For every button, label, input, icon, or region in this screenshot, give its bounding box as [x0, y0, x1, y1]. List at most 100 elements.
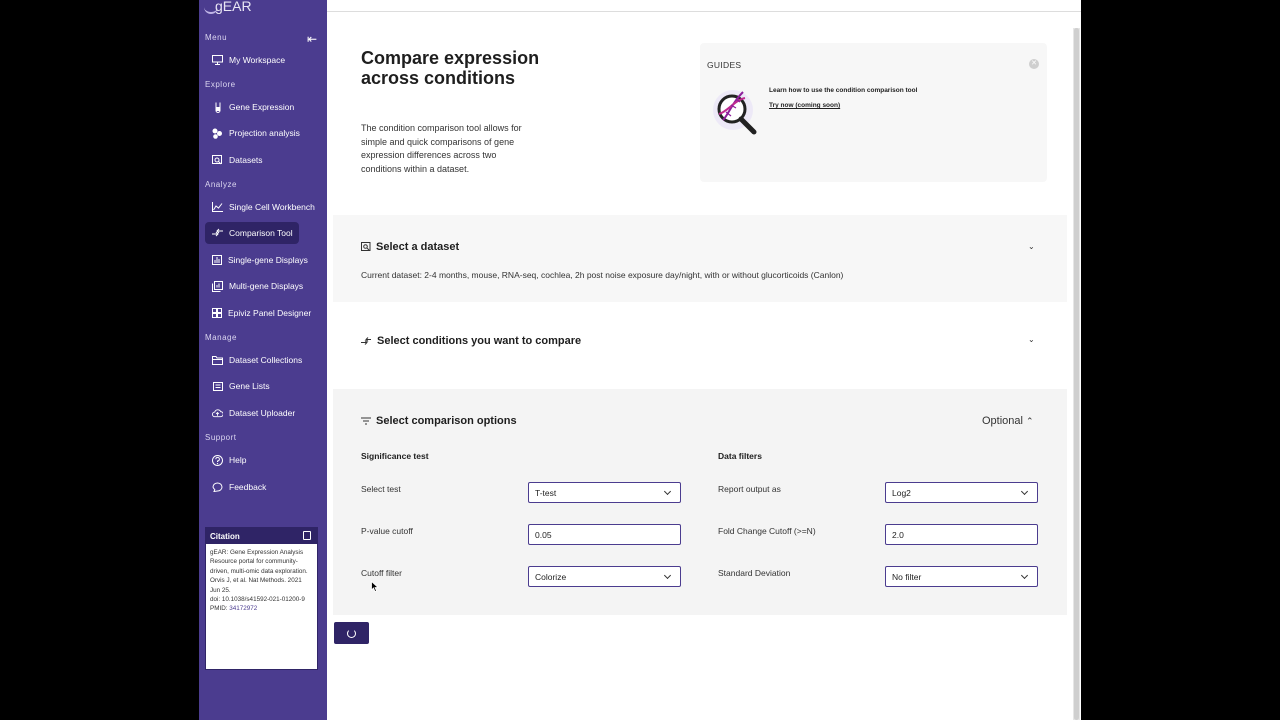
sidebar-item-label: Projection analysis [229, 128, 300, 138]
section-analyze: Analyze [205, 180, 237, 189]
mouse-cursor-icon [371, 581, 379, 592]
sidebar-item-label: Gene Expression [229, 102, 295, 112]
scrollbar-thumb[interactable] [1074, 28, 1079, 720]
help-icon [212, 454, 223, 466]
try-now-link[interactable]: Try now (coming soon) [769, 102, 840, 109]
select-test-label: Select test [361, 484, 401, 494]
monitor-icon [212, 55, 223, 66]
pmid-link[interactable]: 34172972 [229, 605, 257, 612]
conditions-panel-title: Select conditions you want to compare [377, 335, 582, 347]
sidebar-item-label: Epiviz Panel Designer [228, 308, 312, 318]
sidebar-item-label: Dataset Uploader [229, 408, 296, 418]
sidebar-item-gene-expression[interactable]: Gene Expression [205, 96, 299, 118]
circles-icon [212, 128, 223, 139]
fold-change-label: Fold Change Cutoff (>=N) [718, 526, 816, 536]
conditions-panel-header[interactable]: Select conditions you want to compare [361, 335, 581, 347]
citation-text: gEAR: Gene Expression Analysis Resource … [210, 549, 308, 575]
loading-button[interactable] [334, 622, 369, 644]
section-menu: Menu [205, 33, 228, 42]
guides-description: Learn how to use the condition compariso… [769, 87, 918, 94]
sidebar-item-help[interactable]: Help [205, 449, 299, 471]
report-output-label: Report output as [718, 484, 781, 494]
dataset-panel-header[interactable]: Select a dataset [361, 241, 459, 253]
top-bar [327, 0, 1081, 12]
chevron-down-icon[interactable]: ⌄ [1028, 335, 1035, 344]
options-panel-header[interactable]: Select comparison options [361, 415, 517, 427]
conditions-panel: Select conditions you want to compare ⌄ [333, 302, 1067, 388]
layers-chart-icon [212, 280, 223, 292]
cutoff-filter-label: Cutoff filter [361, 568, 402, 578]
cloud-upload-icon [212, 408, 223, 419]
citation-authors: Orvis J, et al. Nat Methods. 2021 Jun 25… [210, 577, 302, 594]
filter-icon [361, 417, 371, 425]
citation-pmid: PMID: 34172972 [210, 605, 258, 613]
folder-icon [212, 355, 223, 366]
copy-icon[interactable] [303, 531, 311, 540]
sidebar-item-my-workspace[interactable]: My Workspace [205, 49, 299, 71]
guides-title: GUIDES [707, 60, 742, 70]
sidebar-item-dataset-collections[interactable]: Dataset Collections [205, 349, 303, 371]
sidebar-item-single-gene-displays[interactable]: Single-gene Displays [205, 249, 308, 271]
optional-label: Optional [982, 415, 1023, 427]
sidebar-item-feedback[interactable]: Feedback [205, 476, 299, 498]
sidebar-item-single-cell-workbench[interactable]: Single Cell Workbench [205, 196, 315, 218]
citation-header: Citation [206, 528, 317, 544]
sidebar-item-epiviz-panel-designer[interactable]: Epiviz Panel Designer [205, 302, 311, 324]
section-support: Support [205, 433, 237, 442]
close-icon[interactable]: ✕ [1029, 59, 1039, 69]
citation-title: Citation [210, 531, 240, 541]
sidebar-item-label: Comparison Tool [229, 228, 293, 238]
sidebar-item-label: Dataset Collections [229, 355, 303, 365]
sidebar-item-label: My Workspace [229, 55, 286, 65]
page-description: The condition comparison tool allows for… [361, 123, 522, 174]
filters-heading: Data filters [718, 451, 762, 461]
line-chart-icon [212, 202, 223, 213]
std-deviation-dropdown[interactable]: No filter [885, 566, 1038, 587]
dataset-panel: Select a dataset ⌄ [333, 215, 1067, 302]
grid-icon [212, 308, 222, 319]
page-title: Compare expression across conditions [361, 48, 540, 88]
sidebar-item-comparison-tool[interactable]: Comparison Tool [205, 222, 299, 244]
chevron-down-icon[interactable]: ⌄ [1028, 242, 1035, 251]
fold-change-input[interactable]: 2.0 [885, 524, 1038, 545]
sidebar-item-dataset-uploader[interactable]: Dataset Uploader [205, 402, 299, 424]
citation-doi: doi: 10.1038/s41592-021-01200-9 [210, 596, 305, 604]
sidebar: gEAR Menu ⇤ My Workspace Explore Gene Ex… [199, 0, 327, 720]
test-tube-icon [212, 102, 223, 113]
section-explore: Explore [205, 80, 236, 89]
sidebar-item-gene-lists[interactable]: Gene Lists [205, 375, 299, 397]
options-panel-title: Select comparison options [376, 415, 517, 427]
pvalue-label: P-value cutoff [361, 526, 413, 536]
sidebar-item-label: Datasets [229, 155, 263, 165]
std-deviation-label: Standard Deviation [718, 568, 791, 578]
guides-card: GUIDES ✕ Learn how to use the condition … [700, 43, 1047, 182]
section-manage: Manage [205, 333, 237, 342]
dataset-search-icon [361, 242, 371, 251]
feedback-icon [212, 482, 223, 493]
report-output-dropdown[interactable]: Log2 [885, 482, 1038, 503]
compare-arrows-icon [361, 336, 371, 345]
sidebar-item-multi-gene-displays[interactable]: Multi-gene Displays [205, 275, 303, 297]
app-window: gEAR Menu ⇤ My Workspace Explore Gene Ex… [199, 0, 1081, 720]
citation-body: gEAR: Gene Expression Analysis Resource … [206, 544, 317, 618]
cutoff-filter-dropdown[interactable]: Colorize [528, 566, 681, 587]
spinner-icon [347, 628, 356, 638]
sidebar-item-label: Single-gene Displays [228, 255, 308, 265]
app-logo[interactable]: gEAR [215, 0, 252, 14]
list-icon [212, 381, 223, 392]
sidebar-item-label: Multi-gene Displays [229, 281, 304, 291]
select-test-dropdown[interactable]: T-test [528, 482, 681, 503]
chevron-up-icon: ⌃ [1026, 416, 1034, 426]
collapse-sidebar-icon[interactable]: ⇤ [307, 32, 317, 46]
citation-box: Citation gEAR: Gene Expression Analysis … [205, 527, 318, 670]
bar-chart-icon [212, 255, 222, 266]
sidebar-item-projection-analysis[interactable]: Projection analysis [205, 122, 300, 144]
scrollbar[interactable] [1073, 28, 1080, 720]
magnifier-dna-icon [713, 90, 757, 135]
sidebar-item-label: Feedback [229, 482, 267, 492]
current-dataset-text: Current dataset: 2-4 months, mouse, RNA-… [361, 270, 844, 280]
pvalue-input[interactable]: 0.05 [528, 524, 681, 545]
optional-toggle[interactable]: Optional ⌃ [982, 415, 1034, 427]
sidebar-item-datasets[interactable]: Datasets [205, 149, 299, 171]
sidebar-item-label: Help [229, 455, 247, 465]
